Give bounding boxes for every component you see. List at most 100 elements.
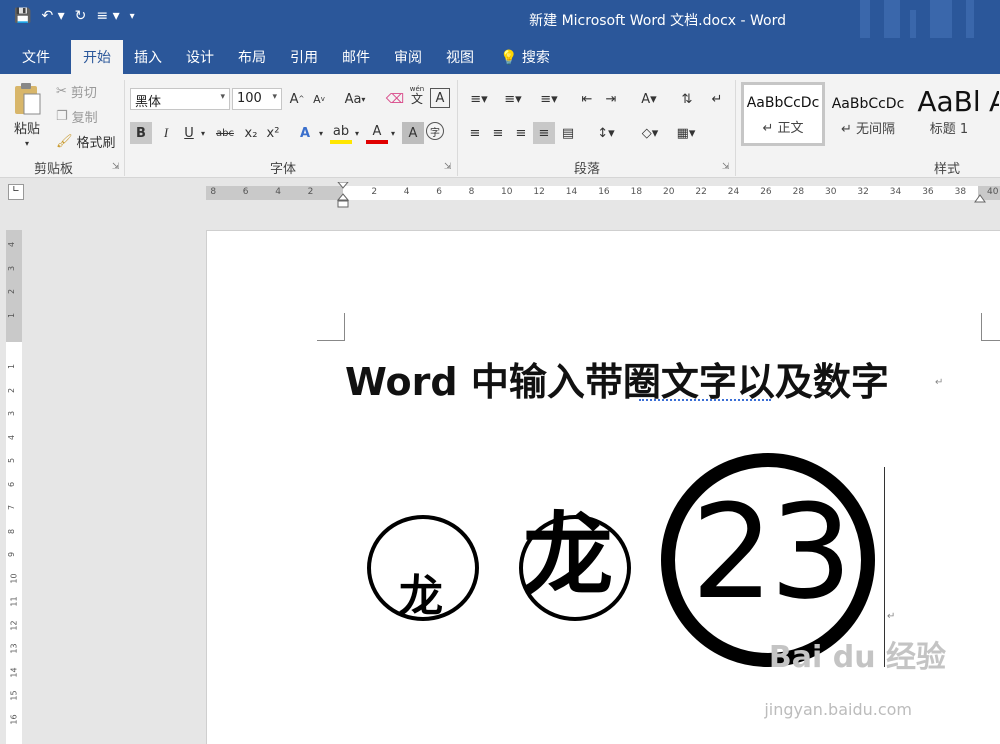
ruler-number: 8	[468, 187, 475, 197]
ruler-number: 32	[857, 187, 869, 197]
ruler-number: 12	[9, 619, 19, 631]
ruler-number: 2	[7, 387, 17, 393]
align-right-icon[interactable]: ≡	[510, 122, 532, 144]
ruler-number: 5	[7, 457, 17, 464]
tell-me-search[interactable]: 💡 搜索	[500, 47, 550, 67]
ruler-number: 12	[533, 187, 545, 197]
paragraph-group-label: 段落	[574, 162, 601, 177]
copy-icon: ❐	[56, 109, 68, 124]
show-marks-icon[interactable]: ↵	[706, 88, 728, 110]
character-border-button[interactable]: A	[430, 88, 450, 108]
change-case-button[interactable]: Aa ▾	[340, 88, 370, 110]
highlight-icon[interactable]: ab	[330, 122, 352, 144]
copy-button[interactable]: ❐ 复制	[56, 107, 98, 126]
horizontal-ruler[interactable]: 8 6 4 2 2 4 6 8 10 12 14 16 18 20 22 24 26 28 30 32 34 36 38 40	[206, 182, 1000, 208]
clear-formatting-icon[interactable]: ⌫	[384, 88, 406, 110]
ruler-number: 38	[954, 187, 967, 197]
tab-stop-selector[interactable]: ∟	[8, 184, 24, 200]
scissors-icon: ✂	[56, 84, 67, 99]
chevron-down-icon: ▾	[220, 92, 225, 102]
font-color-icon[interactable]: A	[366, 122, 388, 144]
tab-references[interactable]: 引用	[290, 47, 318, 67]
tab-insert[interactable]: 插入	[134, 47, 162, 67]
increase-indent-icon[interactable]: ⇥	[600, 88, 622, 110]
superscript-button[interactable]: x²	[262, 122, 284, 144]
ruler-number: 36	[922, 187, 934, 197]
chevron-down-icon[interactable]: ▾	[316, 122, 326, 144]
ruler-number: 2	[307, 187, 314, 197]
style-no-spacing[interactable]: AaBbCcDc ↵ 无间隔	[828, 82, 908, 146]
align-left-icon[interactable]: ≡	[464, 122, 486, 144]
character-shading-icon[interactable]: A	[402, 122, 424, 144]
ruler-number: 3	[7, 410, 17, 417]
borders-icon[interactable]: ▦▾	[670, 122, 702, 144]
ruler-number: 6	[436, 187, 442, 197]
spelling-squiggle	[639, 397, 771, 401]
ruler-number: 11	[9, 596, 19, 607]
format-painter-button[interactable]: 🖌 格式刷	[56, 132, 116, 151]
chevron-down-icon[interactable]: ▾	[198, 122, 208, 144]
bullets-icon[interactable]: ≡▾	[464, 88, 494, 110]
grow-font-icon[interactable]: A ^	[286, 88, 308, 110]
crop-mark-top-right	[981, 313, 1000, 341]
group-separator	[735, 80, 736, 176]
phonetic-guide-button[interactable]: wén 文	[406, 84, 428, 106]
align-center-icon[interactable]: ≡	[487, 122, 509, 144]
tab-review[interactable]: 审阅	[394, 47, 422, 67]
shrink-font-icon[interactable]: Av	[308, 88, 330, 110]
cut-button[interactable]: ✂ 剪切	[56, 82, 97, 101]
tab-design[interactable]: 设计	[186, 47, 214, 67]
distributed-icon[interactable]: ▤	[557, 122, 579, 144]
clipboard-launcher-icon[interactable]: ⇲	[112, 162, 120, 172]
ruler-number: 1	[7, 312, 17, 318]
numbering-icon[interactable]: ≡▾	[498, 88, 528, 110]
italic-button[interactable]: I	[155, 122, 177, 144]
tab-view[interactable]: 视图	[446, 47, 474, 67]
tab-file[interactable]: 文件	[22, 47, 50, 67]
text-effects-icon[interactable]: A	[294, 122, 316, 144]
styles-group-label: 样式	[934, 162, 961, 177]
bold-button[interactable]: B	[130, 122, 152, 144]
chevron-down-icon: ▾	[272, 92, 277, 102]
ruler-number: 6	[7, 481, 17, 487]
chevron-down-icon[interactable]: ▾	[388, 122, 398, 144]
paragraph-launcher-icon[interactable]: ⇲	[722, 162, 730, 172]
vertical-ruler[interactable]: 4 3 2 1 1 2 3 4 5 6 7 8 9 10 11 12 13 14 15 16	[6, 230, 22, 744]
paste-button[interactable]: 粘贴 ▾	[12, 82, 42, 148]
chevron-down-icon[interactable]: ▾	[352, 122, 362, 144]
ruler-number: 26	[760, 187, 772, 197]
baidu-watermark-logo: Bai du 经验	[768, 640, 946, 675]
font-launcher-icon[interactable]: ⇲	[444, 162, 452, 172]
ruler-number: 4	[7, 434, 17, 440]
right-indent-marker-icon[interactable]	[974, 194, 986, 204]
group-separator	[124, 80, 125, 176]
style-heading-1[interactable]: AaBl 标题 1	[912, 82, 986, 146]
paragraph-mark: ↵	[935, 377, 944, 388]
ruler-number: 8	[210, 187, 217, 197]
ruler-number: 16	[598, 187, 610, 197]
shading-icon[interactable]: ◇▾	[634, 122, 666, 144]
tab-layout[interactable]: 布局	[238, 47, 266, 67]
subscript-button[interactable]: x₂	[240, 122, 262, 144]
ruler-number: 2	[7, 288, 17, 295]
underline-button[interactable]: U	[178, 122, 200, 144]
strikethrough-button[interactable]: abc	[212, 122, 238, 144]
justify-icon[interactable]: ≡	[533, 122, 555, 144]
ruler-number: 9	[7, 551, 17, 558]
decrease-indent-icon[interactable]: ⇤	[576, 88, 598, 110]
style-heading-2[interactable]: A	[988, 82, 1000, 146]
font-name-select[interactable]: 黑体 ▾	[130, 88, 230, 110]
indent-marker-icon[interactable]	[337, 182, 349, 208]
group-separator	[457, 80, 458, 176]
tab-home[interactable]: 开始	[71, 40, 123, 74]
ruler-row: ∟ 8 6 4 2 2 4 6 8 10 12 14 16 18 20 22 24 26 28 30 32 34 36 38…	[0, 178, 1000, 208]
font-size-select[interactable]: 100 ▾	[232, 88, 282, 110]
asian-layout-icon[interactable]: A▾	[632, 88, 666, 110]
tab-mailings[interactable]: 邮件	[342, 47, 370, 67]
line-spacing-icon[interactable]: ↕▾	[590, 122, 622, 144]
ruler-number: 4	[275, 187, 281, 197]
style-normal[interactable]: AaBbCcDc ↵ 正文	[741, 82, 825, 146]
enclose-characters-icon[interactable]: 字	[426, 122, 444, 140]
sort-icon[interactable]: ⇅	[676, 88, 698, 110]
multilevel-list-icon[interactable]: ≡▾	[532, 88, 566, 110]
